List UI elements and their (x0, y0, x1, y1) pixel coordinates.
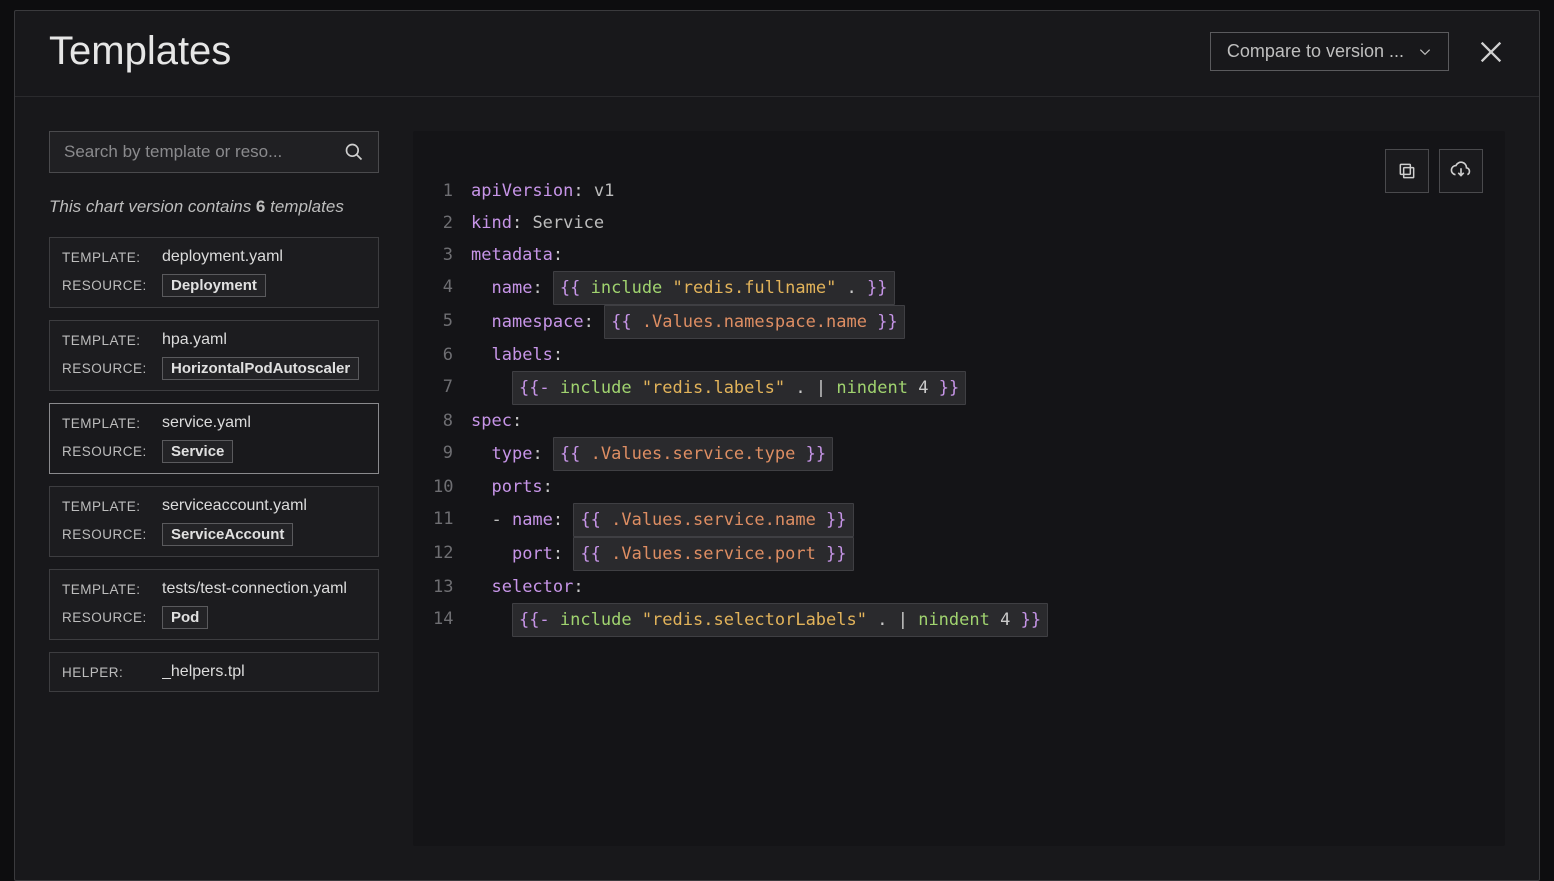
code-content: selector: (471, 571, 584, 603)
template-expression: {{ include "redis.fullname" . }} (553, 271, 895, 305)
card-label: TEMPLATE: (62, 250, 144, 265)
line-number: 10 (433, 471, 471, 503)
code-line: 9 type: {{ .Values.service.type }} (433, 437, 1485, 471)
compare-version-select[interactable]: Compare to version ... (1210, 32, 1449, 71)
search-icon (344, 142, 364, 162)
template-card[interactable]: TEMPLATE: deployment.yaml RESOURCE: Deploym… (49, 237, 379, 308)
card-label: RESOURCE: (62, 278, 144, 293)
template-expression: {{ .Values.namespace.name }} (604, 305, 905, 339)
template-expression: {{ .Values.service.name }} (573, 503, 853, 537)
card-label: RESOURCE: (62, 444, 144, 459)
template-card[interactable]: TEMPLATE: service.yaml RESOURCE: Service (49, 403, 379, 474)
line-number: 7 (433, 371, 471, 403)
close-button[interactable] (1477, 38, 1505, 66)
code-line: 3metadata: (433, 239, 1485, 271)
resource-badge: Service (162, 440, 233, 463)
line-number: 1 (433, 175, 471, 207)
search-box[interactable] (49, 131, 379, 173)
card-label: HELPER: (62, 665, 144, 680)
code-line: 14 {{- include "redis.selectorLabels" . … (433, 603, 1485, 637)
resource-badge: ServiceAccount (162, 523, 293, 546)
code-line: 1apiVersion: v1 (433, 175, 1485, 207)
code-content: name: {{ include "redis.fullname" . }} (471, 271, 895, 305)
code-line: 11 - name: {{ .Values.service.name }} (433, 503, 1485, 537)
line-number: 8 (433, 405, 471, 437)
code-viewer[interactable]: 1apiVersion: v12kind: Service3metadata:4… (413, 131, 1505, 846)
code-line: 5 namespace: {{ .Values.namespace.name }… (433, 305, 1485, 339)
line-number: 14 (433, 603, 471, 635)
page-title: Templates (49, 29, 231, 74)
template-filename: hpa.yaml (162, 331, 227, 349)
code-content: - name: {{ .Values.service.name }} (471, 503, 854, 537)
code-content: port: {{ .Values.service.port }} (471, 537, 854, 571)
copy-button[interactable] (1385, 149, 1429, 193)
line-number: 4 (433, 271, 471, 303)
code-line: 6 labels: (433, 339, 1485, 371)
code-line: 7 {{- include "redis.labels" . | nindent… (433, 371, 1485, 405)
card-label: TEMPLATE: (62, 416, 144, 431)
line-number: 3 (433, 239, 471, 271)
template-card[interactable]: TEMPLATE: serviceaccount.yaml RESOURCE: Ser… (49, 486, 379, 557)
chevron-down-icon (1418, 45, 1432, 59)
template-card[interactable]: TEMPLATE: tests/test-connection.yaml RESOU… (49, 569, 379, 640)
template-sidebar: This chart version contains 6 templates … (49, 131, 379, 846)
line-number: 9 (433, 437, 471, 469)
template-expression: {{- include "redis.selectorLabels" . | n… (512, 603, 1048, 637)
dialog-body: This chart version contains 6 templates … (15, 97, 1539, 880)
code-content: metadata: (471, 239, 563, 271)
templates-dialog: Templates Compare to version ... This ch… (14, 10, 1540, 881)
card-label: RESOURCE: (62, 361, 144, 376)
code-content: kind: Service (471, 207, 604, 239)
code-line: 13 selector: (433, 571, 1485, 603)
code-line: 12 port: {{ .Values.service.port }} (433, 537, 1485, 571)
template-filename: service.yaml (162, 414, 251, 432)
template-list: TEMPLATE: deployment.yaml RESOURCE: Deploym… (49, 237, 379, 692)
template-card[interactable]: TEMPLATE: hpa.yaml RESOURCE: HorizontalPodA… (49, 320, 379, 391)
template-expression: {{ .Values.service.port }} (573, 537, 853, 571)
line-number: 5 (433, 305, 471, 337)
code-content: namespace: {{ .Values.namespace.name }} (471, 305, 905, 339)
code-content: spec: (471, 405, 522, 437)
template-filename: _helpers.tpl (162, 663, 245, 681)
code-content: labels: (471, 339, 563, 371)
resource-badge: HorizontalPodAutoscaler (162, 357, 359, 380)
card-label: TEMPLATE: (62, 499, 144, 514)
download-button[interactable] (1439, 149, 1483, 193)
line-number: 6 (433, 339, 471, 371)
line-number: 12 (433, 537, 471, 569)
copy-icon (1397, 161, 1417, 181)
code-content: {{- include "redis.selectorLabels" . | n… (471, 603, 1048, 637)
resource-badge: Pod (162, 606, 208, 629)
code-line: 10 ports: (433, 471, 1485, 503)
code-content: ports: (471, 471, 553, 503)
line-number: 13 (433, 571, 471, 603)
code-panel: 1apiVersion: v12kind: Service3metadata:4… (413, 131, 1505, 846)
card-label: TEMPLATE: (62, 582, 144, 597)
template-card[interactable]: HELPER: _helpers.tpl (49, 652, 379, 692)
template-count-summary: This chart version contains 6 templates (49, 197, 379, 217)
template-expression: {{- include "redis.labels" . | nindent 4… (512, 371, 966, 405)
code-line: 2kind: Service (433, 207, 1485, 239)
dialog-header: Templates Compare to version ... (15, 11, 1539, 97)
line-number: 2 (433, 207, 471, 239)
code-content: apiVersion: v1 (471, 175, 614, 207)
close-icon (1477, 38, 1505, 66)
code-content: {{- include "redis.labels" . | nindent 4… (471, 371, 966, 405)
template-expression: {{ .Values.service.type }} (553, 437, 833, 471)
template-filename: serviceaccount.yaml (162, 497, 307, 515)
code-line: 4 name: {{ include "redis.fullname" . }} (433, 271, 1485, 305)
download-cloud-icon (1450, 160, 1472, 182)
code-line: 8spec: (433, 405, 1485, 437)
code-actions (1385, 149, 1483, 193)
card-label: RESOURCE: (62, 610, 144, 625)
card-label: RESOURCE: (62, 527, 144, 542)
line-number: 11 (433, 503, 471, 535)
template-filename: deployment.yaml (162, 248, 283, 266)
card-label: TEMPLATE: (62, 333, 144, 348)
resource-badge: Deployment (162, 274, 266, 297)
template-filename: tests/test-connection.yaml (162, 580, 347, 598)
compare-version-label: Compare to version ... (1227, 41, 1404, 62)
search-input[interactable] (64, 142, 334, 162)
code-content: type: {{ .Values.service.type }} (471, 437, 833, 471)
